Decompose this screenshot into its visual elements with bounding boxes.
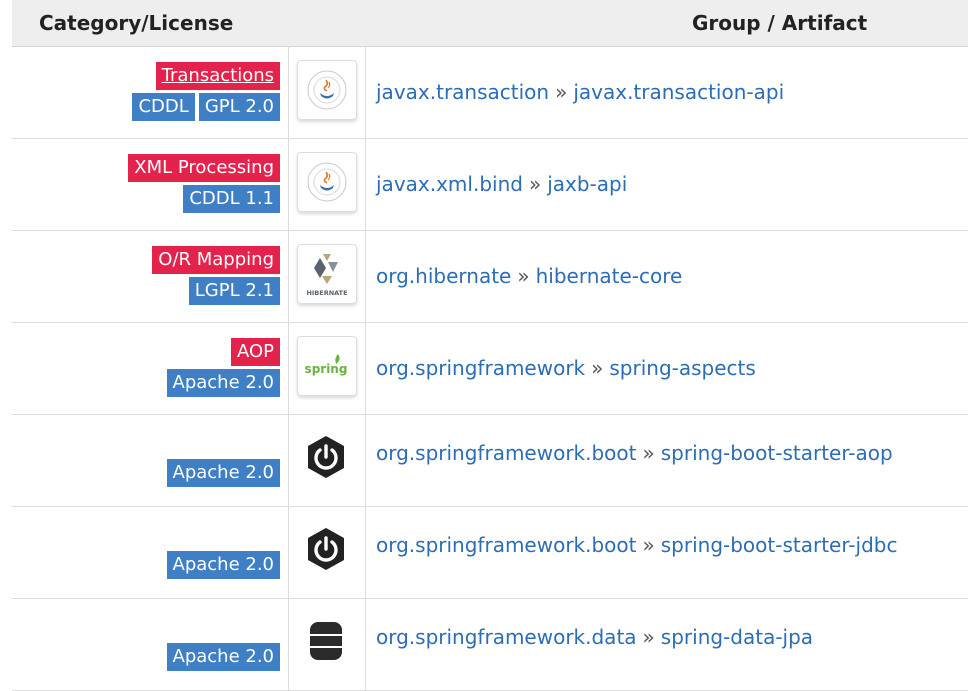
spring-logo-icon[interactable]: spring [297, 336, 357, 396]
group-id-link[interactable]: org.springframework.boot [376, 533, 637, 557]
artifact-table: Category/License Group / Artifact Transa… [12, 0, 968, 691]
artifact-id-link[interactable]: spring-boot-starter-aop [661, 441, 893, 465]
category-badge[interactable]: AOP [230, 338, 280, 366]
separator: » [642, 625, 655, 649]
artifact-link[interactable]: org.hibernate» hibernate-core [376, 231, 682, 322]
icon-cell [289, 507, 366, 598]
separator: » [591, 356, 604, 380]
table-row: Apache 2.0 org.springframework.data» spri… [12, 599, 968, 691]
table-row: Apache 2.0 org.springframework.boot» spri… [12, 507, 968, 599]
license-badge: LGPL 2.1 [188, 277, 280, 305]
group-artifact-cell: org.springframework» spring-aspects [376, 323, 968, 414]
table-header: Category/License Group / Artifact [12, 0, 968, 47]
group-id-link[interactable]: org.springframework.data [376, 625, 637, 649]
separator: » [555, 80, 568, 104]
license-badge: Apache 2.0 [166, 643, 280, 671]
artifact-link[interactable]: org.springframework» spring-aspects [376, 323, 756, 414]
license-badge: CDDL 1.1 [183, 185, 280, 213]
java-coffee-seal-icon[interactable] [297, 152, 357, 212]
header-category-license: Category/License [39, 11, 234, 35]
group-id-link[interactable]: javax.xml.bind [376, 172, 523, 196]
separator: » [517, 264, 530, 288]
group-artifact-cell: org.springframework.data» spring-data-jpa [376, 599, 968, 690]
artifact-link[interactable]: org.springframework.boot» spring-boot-sta… [376, 415, 893, 491]
group-id-link[interactable]: org.hibernate [376, 264, 511, 288]
group-artifact-cell: org.springframework.boot» spring-boot-sta… [376, 507, 968, 598]
table-row: Apache 2.0 org.springframework.boot» spri… [12, 415, 968, 507]
artifact-id-link[interactable]: spring-boot-starter-jdbc [661, 533, 898, 557]
category-license-cell: AOP Apache 2.0 [12, 323, 289, 414]
category-license-cell: XML Processing CDDL 1.1 [12, 139, 289, 230]
table-row: Transactions CDDL GPL 2.0 javax.transacti… [12, 47, 968, 139]
hibernate-logo-icon[interactable]: HIBERNATE [297, 244, 357, 304]
group-id-link[interactable]: org.springframework [376, 356, 585, 380]
license-badge: Apache 2.0 [166, 459, 280, 487]
header-group-artifact: Group / Artifact [692, 11, 868, 35]
icon-cell: spring [289, 323, 366, 414]
table-row: AOP Apache 2.0 spring org.springframewor… [12, 323, 968, 415]
artifact-link[interactable]: javax.transaction» javax.transaction-api [376, 47, 784, 138]
artifact-id-link[interactable]: javax.transaction-api [573, 80, 784, 104]
category-badge[interactable]: XML Processing [128, 154, 280, 182]
separator: » [528, 172, 542, 196]
category-license-cell: Apache 2.0 [12, 507, 289, 598]
artifact-id-link[interactable]: hibernate-core [536, 264, 683, 288]
artifact-link[interactable]: javax.xml.bind» jaxb-api [376, 139, 627, 230]
category-license-cell: O/R Mapping LGPL 2.1 [12, 231, 289, 322]
artifact-link[interactable]: org.springframework.data» spring-data-jpa [376, 599, 813, 675]
group-id-link[interactable]: org.springframework.boot [376, 441, 637, 465]
artifact-id-link[interactable]: jaxb-api [547, 172, 627, 196]
artifact-id-link[interactable]: spring-data-jpa [661, 625, 813, 649]
svg-text:HIBERNATE: HIBERNATE [306, 289, 347, 297]
category-license-cell: Apache 2.0 [12, 415, 289, 506]
category-license-cell: Transactions CDDL GPL 2.0 [12, 47, 289, 138]
artifact-link[interactable]: org.springframework.boot» spring-boot-sta… [376, 507, 897, 583]
database-icon[interactable] [297, 612, 355, 670]
spring-boot-power-icon[interactable] [297, 428, 355, 486]
group-artifact-cell: javax.xml.bind» jaxb-api [376, 139, 968, 230]
icon-cell [289, 599, 366, 690]
license-badge: GPL 2.0 [198, 93, 280, 121]
icon-cell [289, 415, 366, 506]
separator: » [642, 533, 655, 557]
group-artifact-cell: org.hibernate» hibernate-core [376, 231, 968, 322]
icon-cell [289, 139, 366, 230]
group-id-link[interactable]: javax.transaction [376, 80, 549, 104]
separator: » [642, 441, 655, 465]
icon-cell: HIBERNATE [289, 231, 366, 322]
icon-cell [289, 47, 366, 138]
group-artifact-cell: org.springframework.boot» spring-boot-sta… [376, 415, 968, 506]
license-badge: CDDL [132, 93, 195, 121]
group-artifact-cell: javax.transaction» javax.transaction-api [376, 47, 968, 138]
category-badge[interactable]: O/R Mapping [152, 246, 280, 274]
spring-boot-power-icon[interactable] [297, 520, 355, 578]
table-row: O/R Mapping LGPL 2.1 HIBERNATE org.hiber… [12, 231, 968, 323]
license-badge: Apache 2.0 [166, 551, 280, 579]
java-coffee-seal-icon[interactable] [297, 60, 357, 120]
artifact-id-link[interactable]: spring-aspects [609, 356, 755, 380]
category-badge[interactable]: Transactions [155, 62, 280, 90]
category-license-cell: Apache 2.0 [12, 599, 289, 690]
svg-text:spring: spring [305, 362, 348, 376]
license-badge: Apache 2.0 [166, 369, 280, 397]
table-row: XML Processing CDDL 1.1 javax.xml.bind» j… [12, 139, 968, 231]
